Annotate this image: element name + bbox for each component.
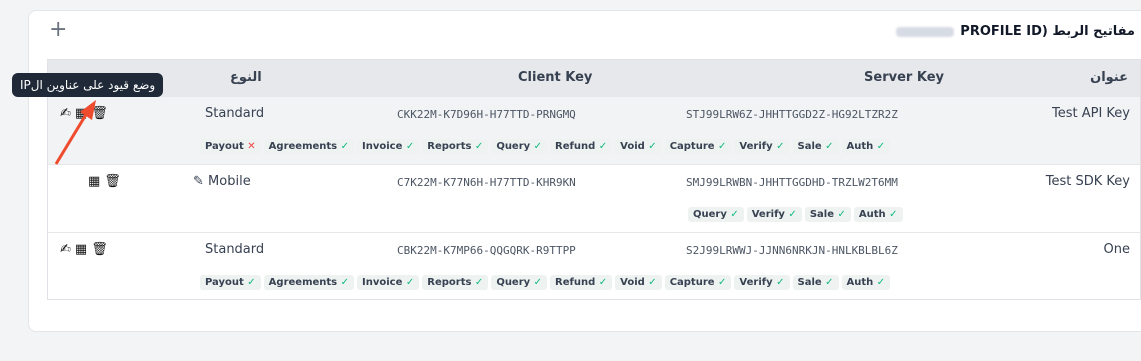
- badge: Void ✓: [615, 139, 662, 154]
- client-key-cell: CKK22M-K7D96H-H77TTD-PRNGMQ: [397, 108, 576, 121]
- badge: Sale ✓: [792, 275, 839, 290]
- col-address: عنوان: [1090, 70, 1128, 85]
- add-key-button[interactable]: +: [49, 17, 67, 43]
- client-key-cell: C7K22M-K77N6H-H77TTD-KHR9KN: [397, 176, 576, 189]
- badge: Query ✓: [688, 207, 744, 222]
- badge: Auth ✓: [853, 207, 903, 222]
- badge: Sale ✓: [792, 139, 839, 154]
- col-type: النوع: [230, 70, 262, 85]
- type-cell: Standard: [205, 106, 265, 121]
- keys-card: + مفاتيح الربط (PROFILE ID عنوان Server …: [28, 10, 1141, 332]
- name-cell: Test SDK Key: [1045, 174, 1130, 189]
- server-key-cell: S2J99LRWWJ-JJNN6NRKJN-HNLKBLBL6Z: [686, 244, 898, 257]
- scope-badges: Payout ✕ Agreements ✓ Invoice ✓ Reports …: [200, 139, 891, 154]
- type-cell: Standard: [205, 242, 265, 257]
- server-key-cell: SMJ99LRWBN-JHHTTGGDHD-TRZLW2T6MM: [686, 176, 898, 189]
- signature-icon[interactable]: ✍: [60, 242, 71, 258]
- badge: Refund ✓: [550, 275, 613, 290]
- keys-table: عنوان Server Key Client Key النوع ✍ ▦ 🗑 …: [47, 59, 1141, 300]
- row-actions: ▦ 🗑: [88, 174, 121, 190]
- name-cell: One: [1103, 242, 1130, 257]
- badge: Auth ✓: [841, 275, 891, 290]
- annotation-arrow: [54, 100, 96, 165]
- col-server-key: Server Key: [864, 70, 944, 85]
- blurred-profile-id: [896, 26, 955, 37]
- page-title: مفاتيح الربط (PROFILE ID: [890, 24, 1135, 39]
- badge: Payout ✕: [200, 139, 261, 154]
- name-cell: Test API Key: [1052, 106, 1130, 121]
- badge: Agreements ✓: [263, 139, 354, 154]
- badge: Agreements ✓: [263, 275, 354, 290]
- table-row: ✍ ▦ 🗑 Standard CKK22M-K7D96H-H77TTD-PRNG…: [48, 96, 1140, 164]
- badge: Query ✓: [491, 139, 548, 154]
- scope-badges: Query ✓ Verify ✓ Sale ✓ Auth ✓: [688, 207, 903, 222]
- badge: Verify ✓: [746, 207, 802, 222]
- trash-icon[interactable]: 🗑: [91, 242, 108, 258]
- badge: Reports ✓: [422, 275, 489, 290]
- table-header: عنوان Server Key Client Key النوع: [48, 60, 1140, 96]
- col-client-key: Client Key: [518, 70, 593, 85]
- badge: Payout ✓: [200, 275, 261, 290]
- mobile-edit-icon: ✎: [193, 174, 204, 189]
- server-key-cell: STJ99LRW6Z-JHHTTGGD2Z-HG92LTZR2Z: [686, 108, 898, 121]
- table-row: ✍ ▦ 🗑 Standard CBK22M-K7MP66-QQGQRK-R9TT…: [48, 232, 1140, 299]
- badge: Auth ✓: [841, 139, 891, 154]
- badge: Capture ✓: [664, 139, 732, 154]
- badge: Sale ✓: [804, 207, 851, 222]
- badge: Void ✓: [615, 275, 662, 290]
- row-actions: ✍ ▦ 🗑: [60, 242, 108, 258]
- client-key-cell: CBK22M-K7MP66-QQGQRK-R9TTPP: [397, 244, 576, 257]
- badge: Reports ✓: [422, 139, 489, 154]
- table-row: ▦ 🗑 ✎ Mobile C7K22M-K77N6H-H77TTD-KHR9KN…: [48, 164, 1140, 232]
- badge: Verify ✓: [734, 139, 790, 154]
- ip-restrict-icon[interactable]: ▦: [88, 174, 100, 190]
- trash-icon[interactable]: 🗑: [104, 174, 121, 190]
- badge: Capture ✓: [664, 275, 732, 290]
- badge: Verify ✓: [734, 275, 790, 290]
- ip-restrict-tooltip: وضع قيود على عناوين الIP: [12, 73, 164, 97]
- badge: Query ✓: [491, 275, 548, 290]
- badge: Invoice ✓: [357, 275, 420, 290]
- type-cell: ✎ Mobile: [193, 174, 251, 189]
- badge: Refund ✓: [550, 139, 613, 154]
- badge: Invoice ✓: [357, 139, 420, 154]
- ip-restrict-icon[interactable]: ▦: [75, 242, 87, 258]
- scope-badges: Payout ✓ Agreements ✓ Invoice ✓ Reports …: [200, 275, 891, 290]
